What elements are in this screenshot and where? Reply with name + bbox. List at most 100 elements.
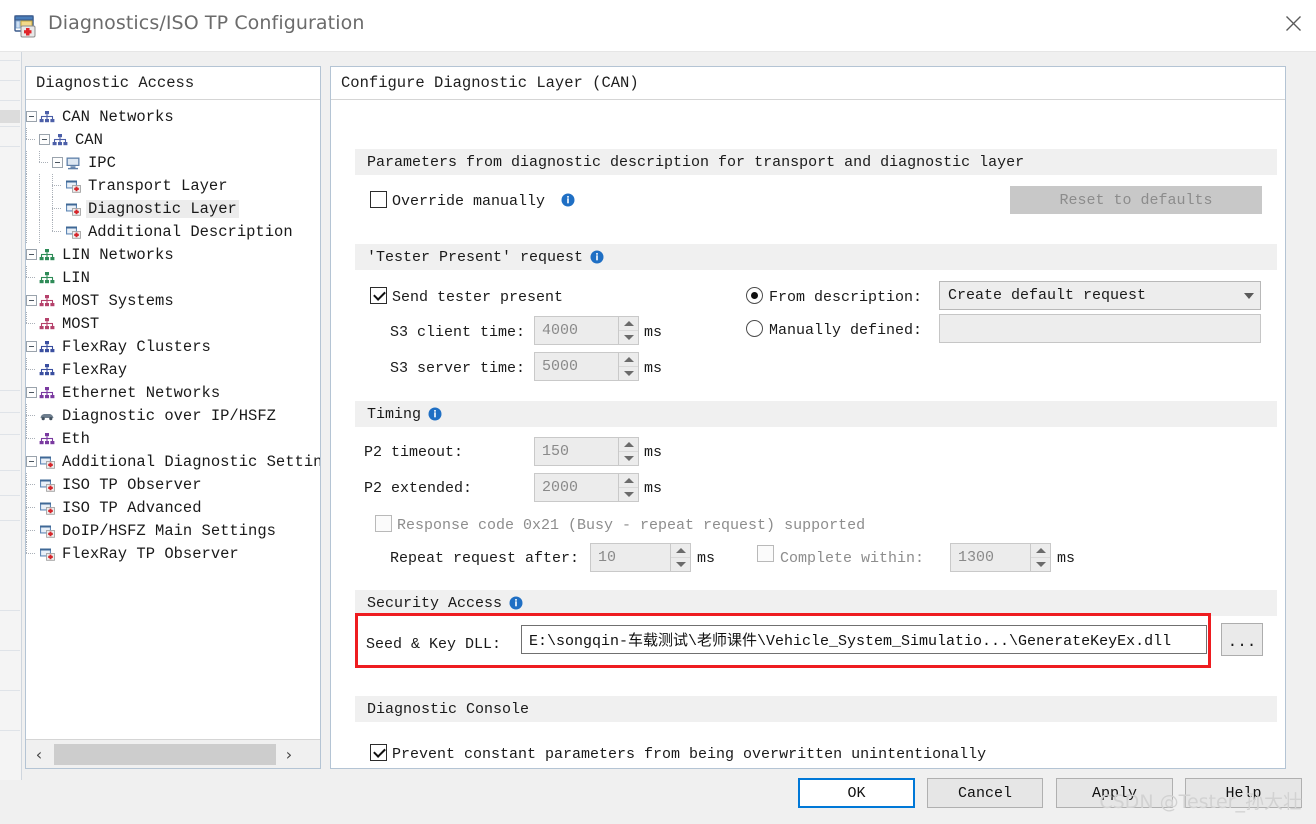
info-icon[interactable] xyxy=(590,250,604,264)
from-description-dropdown[interactable]: Create default request xyxy=(939,281,1261,310)
tree-indent-guide xyxy=(26,174,39,197)
seed-key-dll-input[interactable]: E:\songqin-车载测试\老师课件\Vehicle_System_Simu… xyxy=(521,625,1207,654)
scroll-left-arrow[interactable]: ‹ xyxy=(26,741,52,768)
manually-defined-radio[interactable] xyxy=(746,320,763,337)
tree-item[interactable]: Diagnostic Layer xyxy=(26,197,320,220)
stepper-up-icon[interactable] xyxy=(671,544,690,558)
tree-item-label: FlexRay TP Observer xyxy=(62,544,239,563)
tree-expander-icon[interactable] xyxy=(26,456,37,467)
network-bus-icon xyxy=(52,133,68,145)
tree-expander-icon[interactable] xyxy=(39,134,50,145)
stepper-up-icon[interactable] xyxy=(619,317,638,331)
s3-server-time-label: S3 server time: xyxy=(390,360,526,377)
tree-item[interactable]: LIN Networks xyxy=(26,243,320,266)
tree-item[interactable]: Transport Layer xyxy=(26,174,320,197)
tree-item[interactable]: FlexRay TP Observer xyxy=(26,542,320,565)
stepper-up-icon[interactable] xyxy=(1031,544,1050,558)
manually-defined-input[interactable] xyxy=(939,314,1261,343)
browse-dll-button[interactable]: ... xyxy=(1221,623,1263,656)
tree-item[interactable]: Additional Diagnostic Settings xyxy=(26,450,320,473)
stepper-up-icon[interactable] xyxy=(619,438,638,452)
p2-timeout-stepper[interactable]: 150 xyxy=(534,437,639,466)
override-manually-checkbox[interactable] xyxy=(370,191,387,208)
tree-item[interactable]: MOST xyxy=(26,312,320,335)
tree-item[interactable]: CAN Networks xyxy=(26,105,320,128)
tree-item-label: Transport Layer xyxy=(88,176,228,195)
tree-item-label: Additional Diagnostic Settings xyxy=(62,452,320,471)
tree-item[interactable]: Additional Description xyxy=(26,220,320,243)
p2-timeout-value[interactable]: 150 xyxy=(535,438,618,465)
additional-settings-icon xyxy=(40,456,55,469)
stepper-down-icon[interactable] xyxy=(619,488,638,502)
cancel-button[interactable]: Cancel xyxy=(927,778,1043,808)
tree-item[interactable]: IPC xyxy=(26,151,320,174)
scroll-thumb[interactable] xyxy=(54,743,276,765)
tree-item-label: LIN xyxy=(62,268,90,287)
tree-expander-icon[interactable] xyxy=(26,387,37,398)
tree-item[interactable]: MOST Systems xyxy=(26,289,320,312)
tree-item-label: ISO TP Observer xyxy=(62,475,202,494)
dialog-window: Diagnostics/ISO TP Configuration Diagnos… xyxy=(0,0,1316,824)
stepper-up-icon[interactable] xyxy=(619,474,638,488)
p2-extended-value[interactable]: 2000 xyxy=(535,474,618,501)
tree-expander-icon[interactable] xyxy=(26,295,37,306)
most-bus-icon xyxy=(39,294,55,306)
stepper-down-icon[interactable] xyxy=(619,367,638,381)
complete-within-value[interactable]: 1300 xyxy=(951,544,1030,571)
send-tester-present-checkbox[interactable] xyxy=(370,287,387,304)
info-icon[interactable] xyxy=(428,407,442,421)
stepper-up-icon[interactable] xyxy=(619,353,638,367)
tree-item-label: Diagnostic over IP/HSFZ xyxy=(62,406,276,425)
tree-expander-icon[interactable] xyxy=(52,157,63,168)
repeat-request-after-value[interactable]: 10 xyxy=(591,544,670,571)
group-header-diagnostic-console: Diagnostic Console xyxy=(355,696,1277,722)
s3-client-time-value[interactable]: 4000 xyxy=(535,317,618,344)
tree-item[interactable]: Eth xyxy=(26,427,320,450)
ok-button[interactable]: OK xyxy=(798,778,915,808)
flexray-bus-icon xyxy=(39,340,55,352)
response-code-0x21-checkbox[interactable] xyxy=(375,515,392,532)
tree-expander-icon[interactable] xyxy=(26,341,37,352)
stepper-down-icon[interactable] xyxy=(619,452,638,466)
repeat-request-after-stepper[interactable]: 10 xyxy=(590,543,691,572)
info-icon[interactable] xyxy=(561,193,575,207)
stepper-down-icon[interactable] xyxy=(671,558,690,572)
from-description-radio[interactable] xyxy=(746,287,763,304)
complete-within-stepper[interactable]: 1300 xyxy=(950,543,1051,572)
group-title-tester-present: 'Tester Present' request xyxy=(367,248,584,266)
complete-within-checkbox[interactable] xyxy=(757,545,774,562)
tree-expander-icon[interactable] xyxy=(26,249,37,260)
tree-item[interactable]: Diagnostic over IP/HSFZ xyxy=(26,404,320,427)
tree-item[interactable]: FlexRay Clusters xyxy=(26,335,320,358)
tree-item[interactable]: ISO TP Observer xyxy=(26,473,320,496)
stepper-down-icon[interactable] xyxy=(1031,558,1050,572)
prevent-constant-parameters-checkbox[interactable] xyxy=(370,744,387,761)
tree-expander-icon[interactable] xyxy=(26,111,37,122)
p2-extended-stepper[interactable]: 2000 xyxy=(534,473,639,502)
stepper-down-icon[interactable] xyxy=(619,331,638,345)
scroll-right-arrow[interactable]: › xyxy=(276,741,302,768)
close-icon[interactable] xyxy=(1270,0,1316,46)
tree-indent-guide xyxy=(26,197,39,220)
s3-server-time-value[interactable]: 5000 xyxy=(535,353,618,380)
group-header-parameters: Parameters from diagnostic description f… xyxy=(355,149,1277,175)
tree-indent-guide xyxy=(26,404,39,427)
p2-timeout-unit: ms xyxy=(644,444,663,461)
seed-key-dll-label: Seed & Key DLL: xyxy=(366,636,502,653)
reset-to-defaults-button[interactable]: Reset to defaults xyxy=(1010,186,1262,214)
tree-item[interactable]: LIN xyxy=(26,266,320,289)
diagnostic-access-tree[interactable]: CAN Networks CAN IPC Transport Layer Diagnos… xyxy=(26,101,320,739)
lin-bus-icon xyxy=(39,271,55,283)
s3-client-time-stepper[interactable]: 4000 xyxy=(534,316,639,345)
tree-item[interactable]: Ethernet Networks xyxy=(26,381,320,404)
tree-item[interactable]: CAN xyxy=(26,128,320,151)
tree-item[interactable]: ISO TP Advanced xyxy=(26,496,320,519)
info-icon[interactable] xyxy=(509,596,523,610)
tree-item[interactable]: FlexRay xyxy=(26,358,320,381)
s3-server-time-stepper[interactable]: 5000 xyxy=(534,352,639,381)
tree-item[interactable]: DoIP/HSFZ Main Settings xyxy=(26,519,320,542)
tree-horizontal-scrollbar[interactable]: ‹ › xyxy=(26,739,320,768)
tree-indent-guide xyxy=(26,519,39,542)
tree-indent-guide xyxy=(39,197,52,220)
tree-indent-guide xyxy=(26,312,39,335)
